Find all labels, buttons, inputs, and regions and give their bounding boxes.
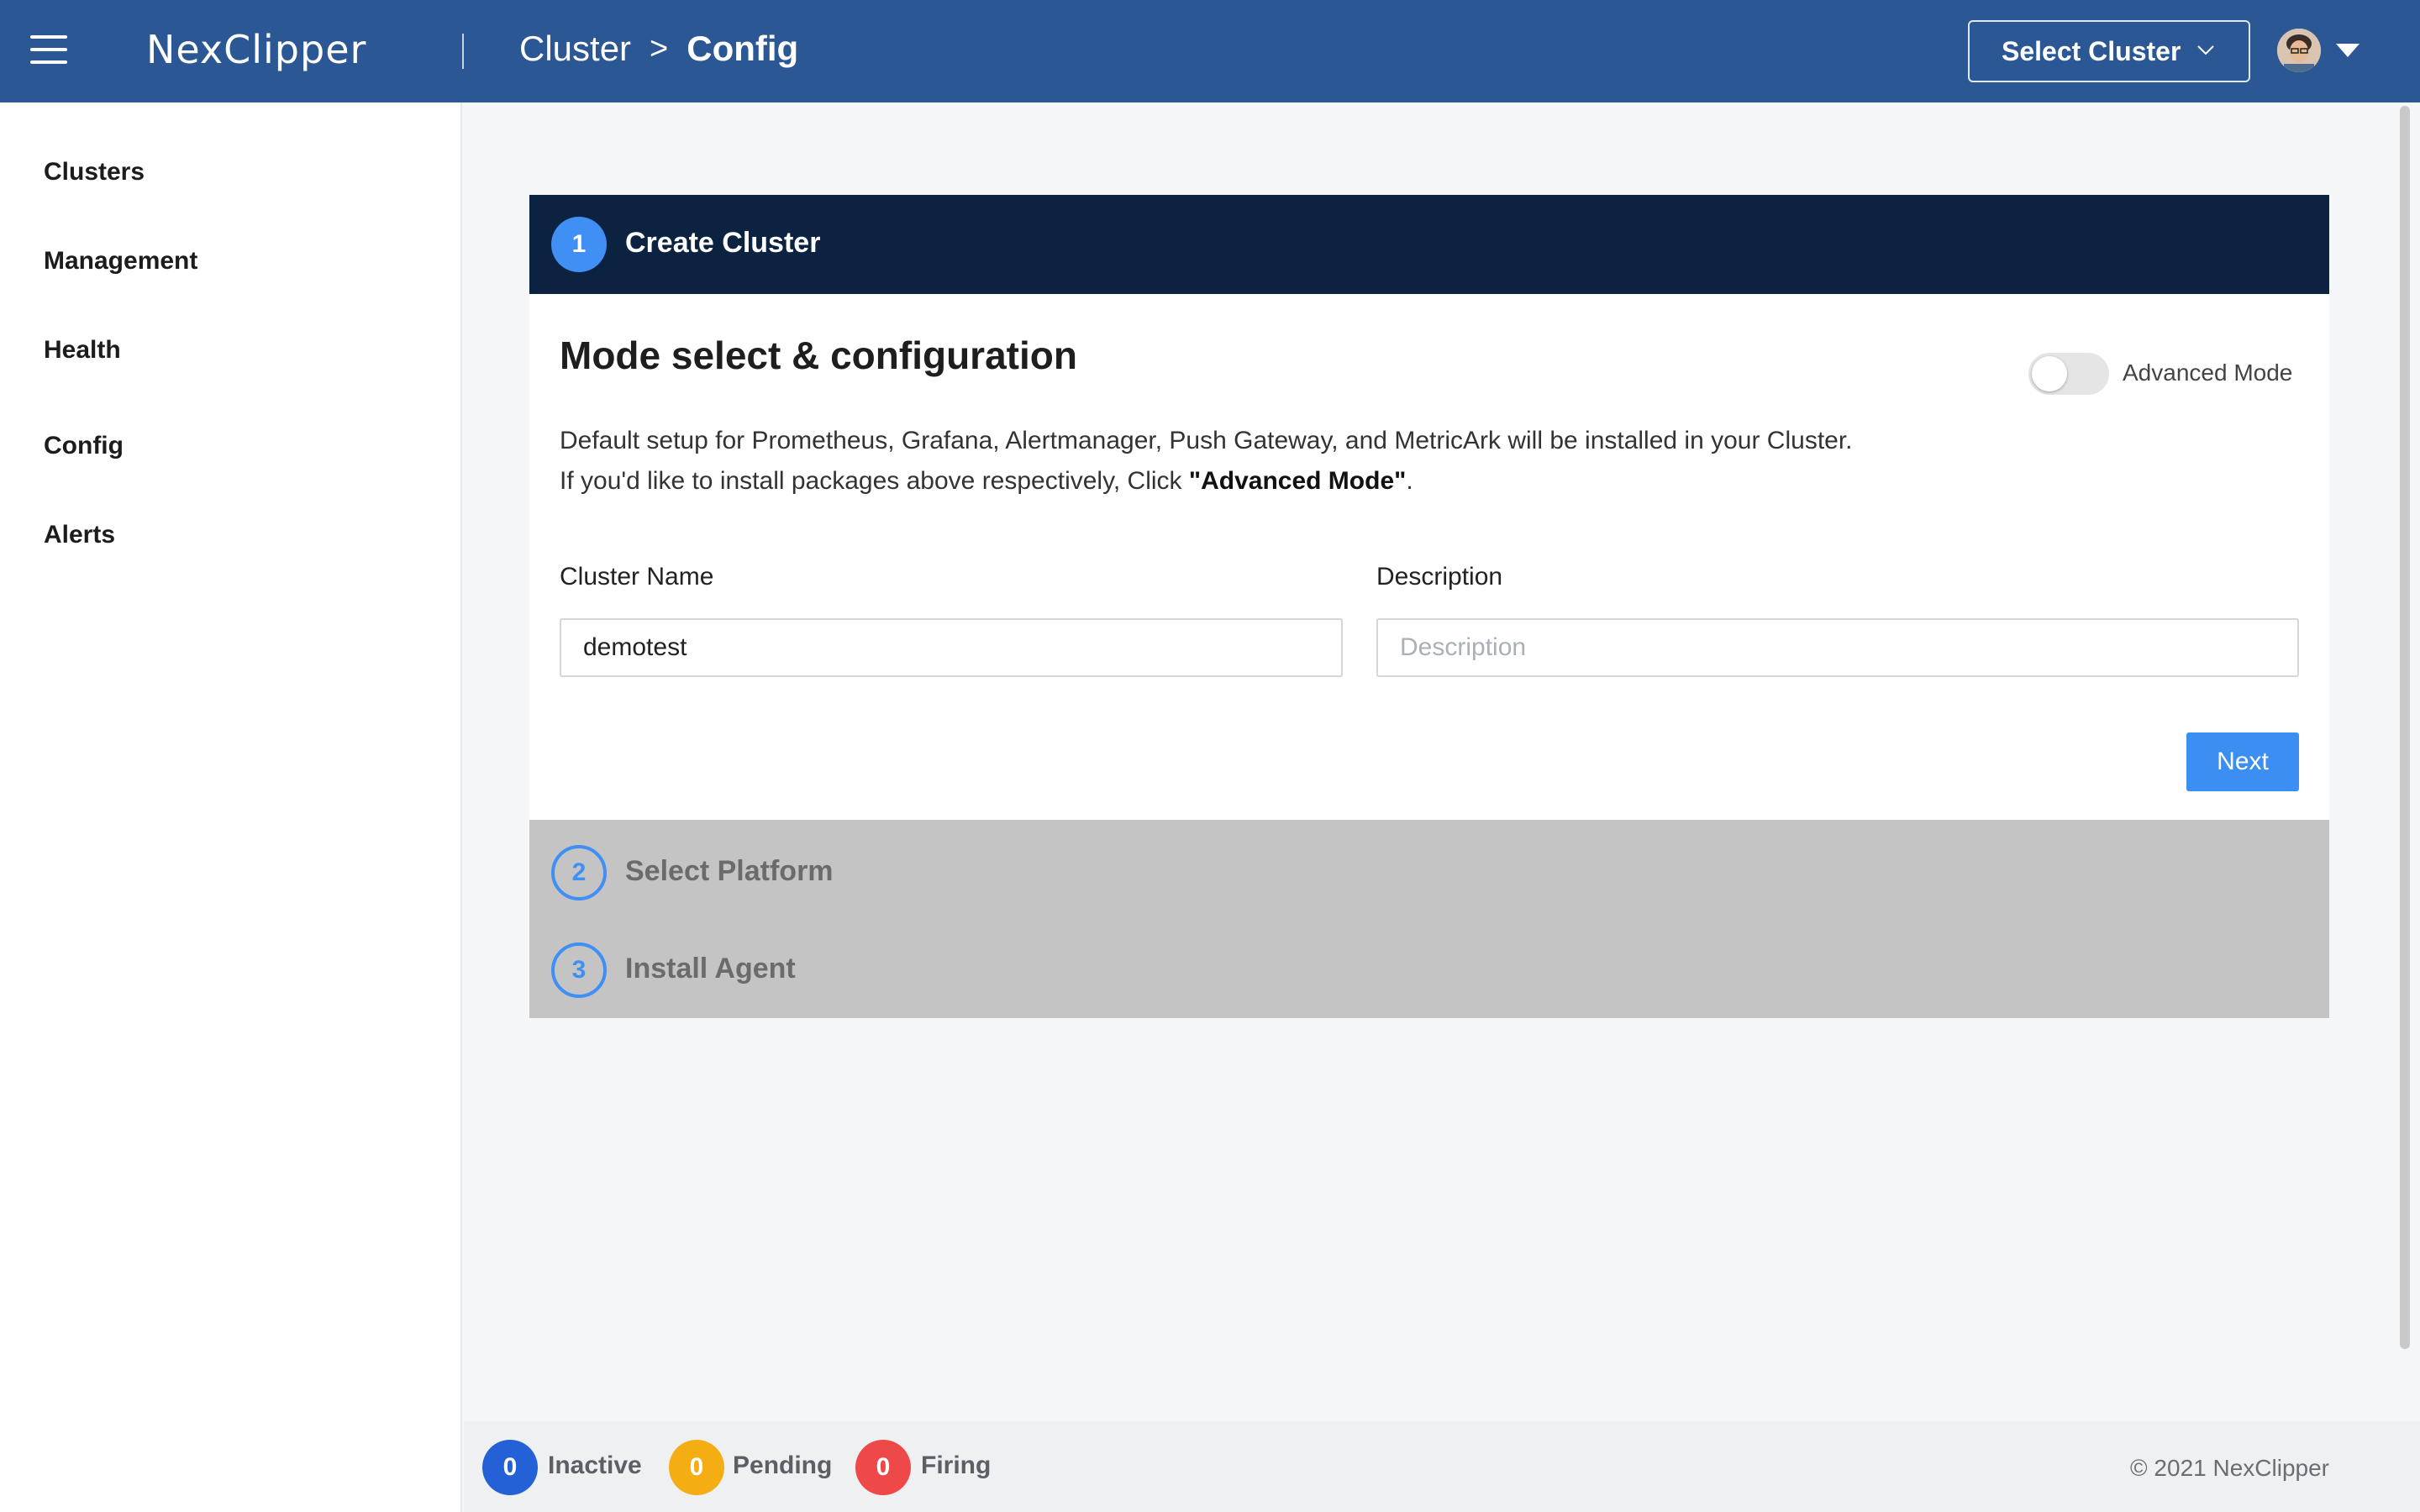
alert-status-footer: 0 Inactive 0 Pending 0 Firing © 2021 Nex… — [464, 1421, 2420, 1512]
caret-down-icon[interactable] — [2336, 44, 2360, 57]
advanced-mode-label: Advanced Mode — [2123, 360, 2293, 386]
description-text-line-2: If you'd like to install packages above … — [560, 467, 1413, 496]
toggle-knob — [2032, 356, 2067, 391]
section-title: Mode select & configuration — [560, 333, 1077, 377]
user-avatar[interactable] — [2277, 29, 2321, 72]
sidebar: Clusters Management Health Config Alerts — [0, 102, 462, 1512]
step-2-number: 2 — [551, 845, 607, 900]
description-suffix: . — [1406, 467, 1413, 495]
sidebar-item-config[interactable]: Config — [44, 432, 124, 460]
firing-label[interactable]: Firing — [921, 1452, 991, 1480]
header-divider — [462, 34, 464, 69]
cluster-name-label: Cluster Name — [560, 563, 714, 591]
sidebar-item-clusters[interactable]: Clusters — [44, 158, 145, 186]
description-prefix: If you'd like to install packages above … — [560, 467, 1189, 495]
breadcrumb-parent[interactable]: Cluster — [519, 29, 631, 69]
copyright-text: © 2021 NexClipper — [2130, 1455, 2329, 1481]
pending-label[interactable]: Pending — [733, 1452, 832, 1480]
select-cluster-label: Select Cluster — [2002, 35, 2181, 66]
description-label: Description — [1376, 563, 1503, 591]
breadcrumb-separator: > — [650, 30, 669, 66]
step-1-number: 1 — [551, 217, 607, 272]
description-input[interactable] — [1376, 618, 2299, 677]
step-create-cluster-header[interactable]: 1 Create Cluster — [529, 195, 2329, 294]
breadcrumb-current: Config — [687, 29, 799, 68]
step-3-title[interactable]: Install Agent — [625, 953, 796, 985]
advanced-mode-emphasis: "Advanced Mode" — [1188, 467, 1407, 495]
sidebar-item-management[interactable]: Management — [44, 247, 197, 276]
step-3-number: 3 — [551, 942, 607, 998]
step-1-title: Create Cluster — [625, 227, 821, 259]
advanced-mode-toggle[interactable] — [2028, 353, 2109, 395]
inactive-label[interactable]: Inactive — [548, 1452, 642, 1480]
create-cluster-form: Mode select & configuration Advanced Mod… — [529, 294, 2329, 820]
description-text-line-1: Default setup for Prometheus, Grafana, A… — [560, 427, 1853, 454]
chevron-down-icon — [2197, 45, 2214, 55]
top-bar: NexClipper Cluster > Config Select Clust… — [0, 0, 2420, 102]
sidebar-item-alerts[interactable]: Alerts — [44, 521, 115, 549]
inactive-count-badge[interactable]: 0 — [482, 1440, 538, 1495]
next-button[interactable]: Next — [2186, 732, 2299, 791]
cluster-name-input[interactable] — [560, 618, 1343, 677]
breadcrumb: Cluster > Config — [519, 29, 798, 69]
remaining-steps: 2 Select Platform 3 Install Agent — [529, 820, 2329, 1018]
sidebar-item-health[interactable]: Health — [44, 336, 121, 365]
pending-count-badge[interactable]: 0 — [669, 1440, 724, 1495]
select-cluster-dropdown[interactable]: Select Cluster — [1968, 20, 2250, 82]
step-2-title[interactable]: Select Platform — [625, 855, 834, 888]
hamburger-menu-icon[interactable] — [30, 34, 69, 66]
firing-count-badge[interactable]: 0 — [855, 1440, 911, 1495]
app-logo[interactable]: NexClipper — [146, 27, 366, 72]
vertical-scrollbar[interactable] — [2400, 106, 2410, 1349]
